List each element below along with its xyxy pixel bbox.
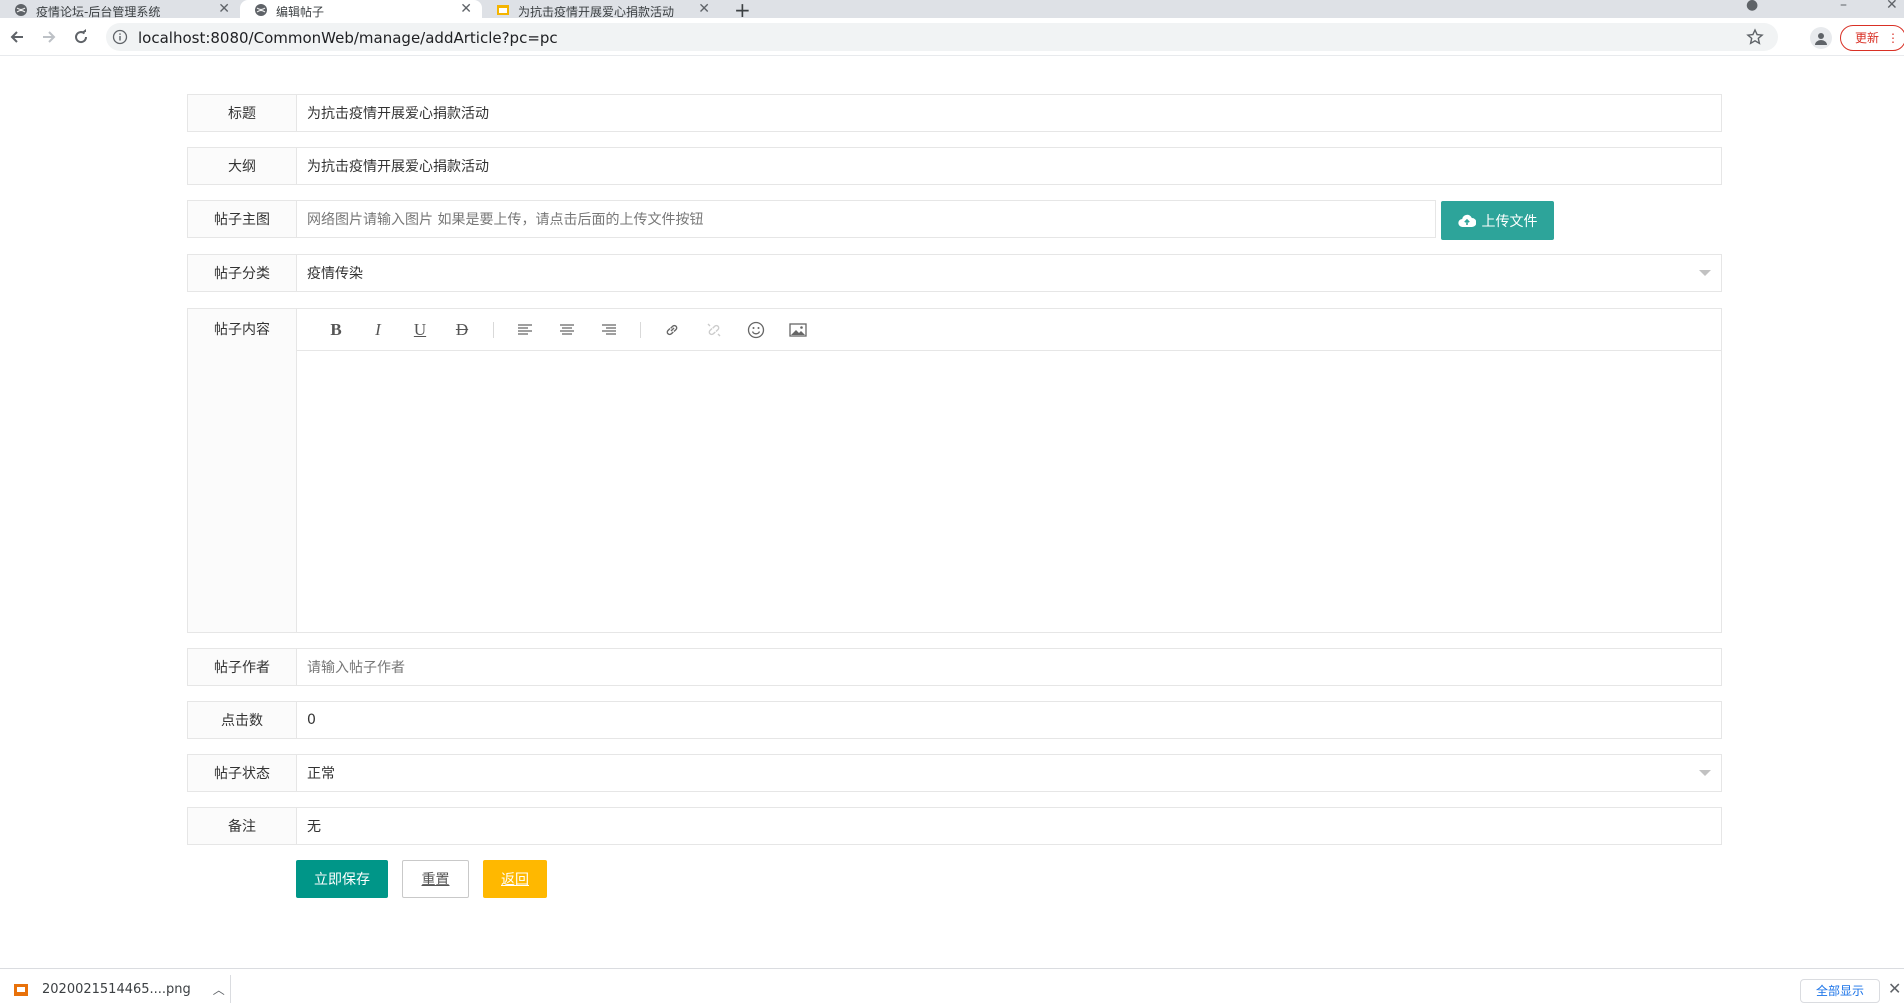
- dropdown-arrow-icon: [1699, 770, 1711, 776]
- status-row: 帖子状态 正常: [187, 754, 1722, 792]
- emoji-icon[interactable]: [735, 318, 777, 342]
- tab-search-icon[interactable]: ●: [1746, 0, 1758, 13]
- main-image-input[interactable]: 网络图片请输入图片 如果是要上传，请点击后面的上传文件按钮: [296, 200, 1436, 238]
- underline-icon[interactable]: U: [399, 318, 441, 342]
- close-tab-icon[interactable]: ✕: [218, 2, 230, 16]
- outline-input[interactable]: 为抗击疫情开展爱心捐款活动: [296, 147, 1722, 185]
- close-shelf-icon[interactable]: ✕: [1888, 979, 1901, 998]
- info-icon[interactable]: [112, 29, 128, 49]
- category-select[interactable]: 疫情传染: [296, 254, 1722, 292]
- tab-admin[interactable]: 疫情论坛-后台管理系统 ✕: [0, 0, 240, 18]
- remark-input[interactable]: 无: [296, 807, 1722, 845]
- status-value: 正常: [307, 766, 335, 782]
- tab-strip: 疫情论坛-后台管理系统 ✕ 编辑帖子 ✕ 为抗击疫情开展爱心捐款活动 ✕ + ●…: [0, 0, 1904, 22]
- align-left-icon[interactable]: [504, 318, 546, 342]
- browser-toolbar: localhost:8080/CommonWeb/manage/addArtic…: [0, 18, 1904, 56]
- shelf-divider: [230, 975, 231, 1003]
- title-row: 标题 为抗击疫情开展爱心捐款活动: [187, 94, 1722, 132]
- chevron-up-icon[interactable]: ︿: [213, 981, 225, 998]
- upload-file-button[interactable]: 上传文件: [1441, 201, 1554, 240]
- show-all-button[interactable]: 全部显示: [1800, 979, 1880, 1003]
- menu-dots-icon: ⋮: [1887, 31, 1899, 45]
- close-tab-icon[interactable]: ✕: [698, 2, 710, 16]
- category-label: 帖子分类: [187, 254, 296, 292]
- link-icon[interactable]: [651, 318, 693, 342]
- category-row: 帖子分类 疫情传染: [187, 254, 1722, 292]
- form-buttons: 立即保存 重置 返回: [296, 860, 547, 898]
- clicks-label: 点击数: [187, 701, 296, 739]
- close-tab-icon[interactable]: ✕: [460, 2, 472, 16]
- main-image-label: 帖子主图: [187, 200, 296, 238]
- title-input[interactable]: 为抗击疫情开展爱心捐款活动: [296, 94, 1722, 132]
- status-label: 帖子状态: [187, 754, 296, 792]
- rich-text-editor: B I U D: [296, 308, 1722, 633]
- update-button[interactable]: 更新 ⋮: [1840, 25, 1904, 51]
- author-row: 帖子作者 请输入帖子作者: [187, 648, 1722, 686]
- insert-image-icon[interactable]: [777, 318, 819, 342]
- bookmark-star-icon[interactable]: [1746, 28, 1764, 50]
- forward-icon[interactable]: [38, 26, 60, 48]
- italic-icon[interactable]: I: [357, 318, 399, 342]
- author-label: 帖子作者: [187, 648, 296, 686]
- address-bar[interactable]: localhost:8080/CommonWeb/manage/addArtic…: [106, 23, 1778, 51]
- content-row: 帖子内容 B I U D: [187, 308, 1722, 633]
- back-button[interactable]: 返回: [483, 860, 547, 898]
- minimize-icon[interactable]: –: [1840, 0, 1847, 13]
- tab-title: 疫情论坛-后台管理系统: [36, 6, 161, 18]
- toolbar-divider: [493, 321, 494, 338]
- clicks-row: 点击数 0: [187, 701, 1722, 739]
- close-window-icon[interactable]: ✕: [1886, 0, 1898, 13]
- align-right-icon[interactable]: [588, 318, 630, 342]
- save-button[interactable]: 立即保存: [296, 860, 388, 898]
- tab-title: 编辑帖子: [276, 6, 325, 18]
- url-text: localhost:8080/CommonWeb/manage/addArtic…: [138, 29, 558, 47]
- toolbar-divider: [640, 321, 641, 338]
- download-filename: 2020021514465....png: [42, 982, 191, 997]
- image-file-icon: [14, 983, 28, 996]
- back-icon[interactable]: [6, 26, 28, 48]
- tab-edit-post[interactable]: 编辑帖子 ✕: [240, 0, 482, 18]
- editor-body[interactable]: [297, 351, 1721, 632]
- dropdown-arrow-icon: [1699, 270, 1711, 276]
- category-value: 疫情传染: [307, 266, 363, 282]
- title-label: 标题: [187, 94, 296, 132]
- main-image-row: 帖子主图 网络图片请输入图片 如果是要上传，请点击后面的上传文件按钮: [187, 200, 1436, 238]
- bold-icon[interactable]: B: [315, 318, 357, 342]
- upload-file-label: 上传文件: [1481, 213, 1538, 230]
- clicks-input[interactable]: 0: [296, 701, 1722, 739]
- profile-icon[interactable]: [1810, 27, 1832, 49]
- strikethrough-icon[interactable]: D: [441, 318, 483, 342]
- reset-button[interactable]: 重置: [402, 860, 469, 898]
- cloud-upload-icon: [1457, 214, 1476, 227]
- globe-icon: [14, 3, 28, 17]
- update-label: 更新: [1855, 31, 1880, 45]
- unlink-icon[interactable]: [693, 318, 735, 342]
- tab-article[interactable]: 为抗击疫情开展爱心捐款活动 ✕: [482, 0, 720, 18]
- remark-label: 备注: [187, 807, 296, 845]
- content-label: 帖子内容: [187, 308, 296, 633]
- reload-icon[interactable]: [70, 26, 92, 48]
- editor-toolbar: B I U D: [297, 309, 1721, 351]
- author-input[interactable]: 请输入帖子作者: [296, 648, 1722, 686]
- outline-label: 大纲: [187, 147, 296, 185]
- align-center-icon[interactable]: [546, 318, 588, 342]
- remark-row: 备注 无: [187, 807, 1722, 845]
- tab-title: 为抗击疫情开展爱心捐款活动: [518, 6, 675, 18]
- outline-row: 大纲 为抗击疫情开展爱心捐款活动: [187, 147, 1722, 185]
- download-item[interactable]: 2020021514465....png ︿: [14, 981, 225, 998]
- image-file-icon: [496, 3, 510, 17]
- download-shelf: 2020021514465....png ︿ 全部显示 ✕: [0, 968, 1904, 1008]
- globe-icon: [254, 3, 268, 17]
- status-select[interactable]: 正常: [296, 754, 1722, 792]
